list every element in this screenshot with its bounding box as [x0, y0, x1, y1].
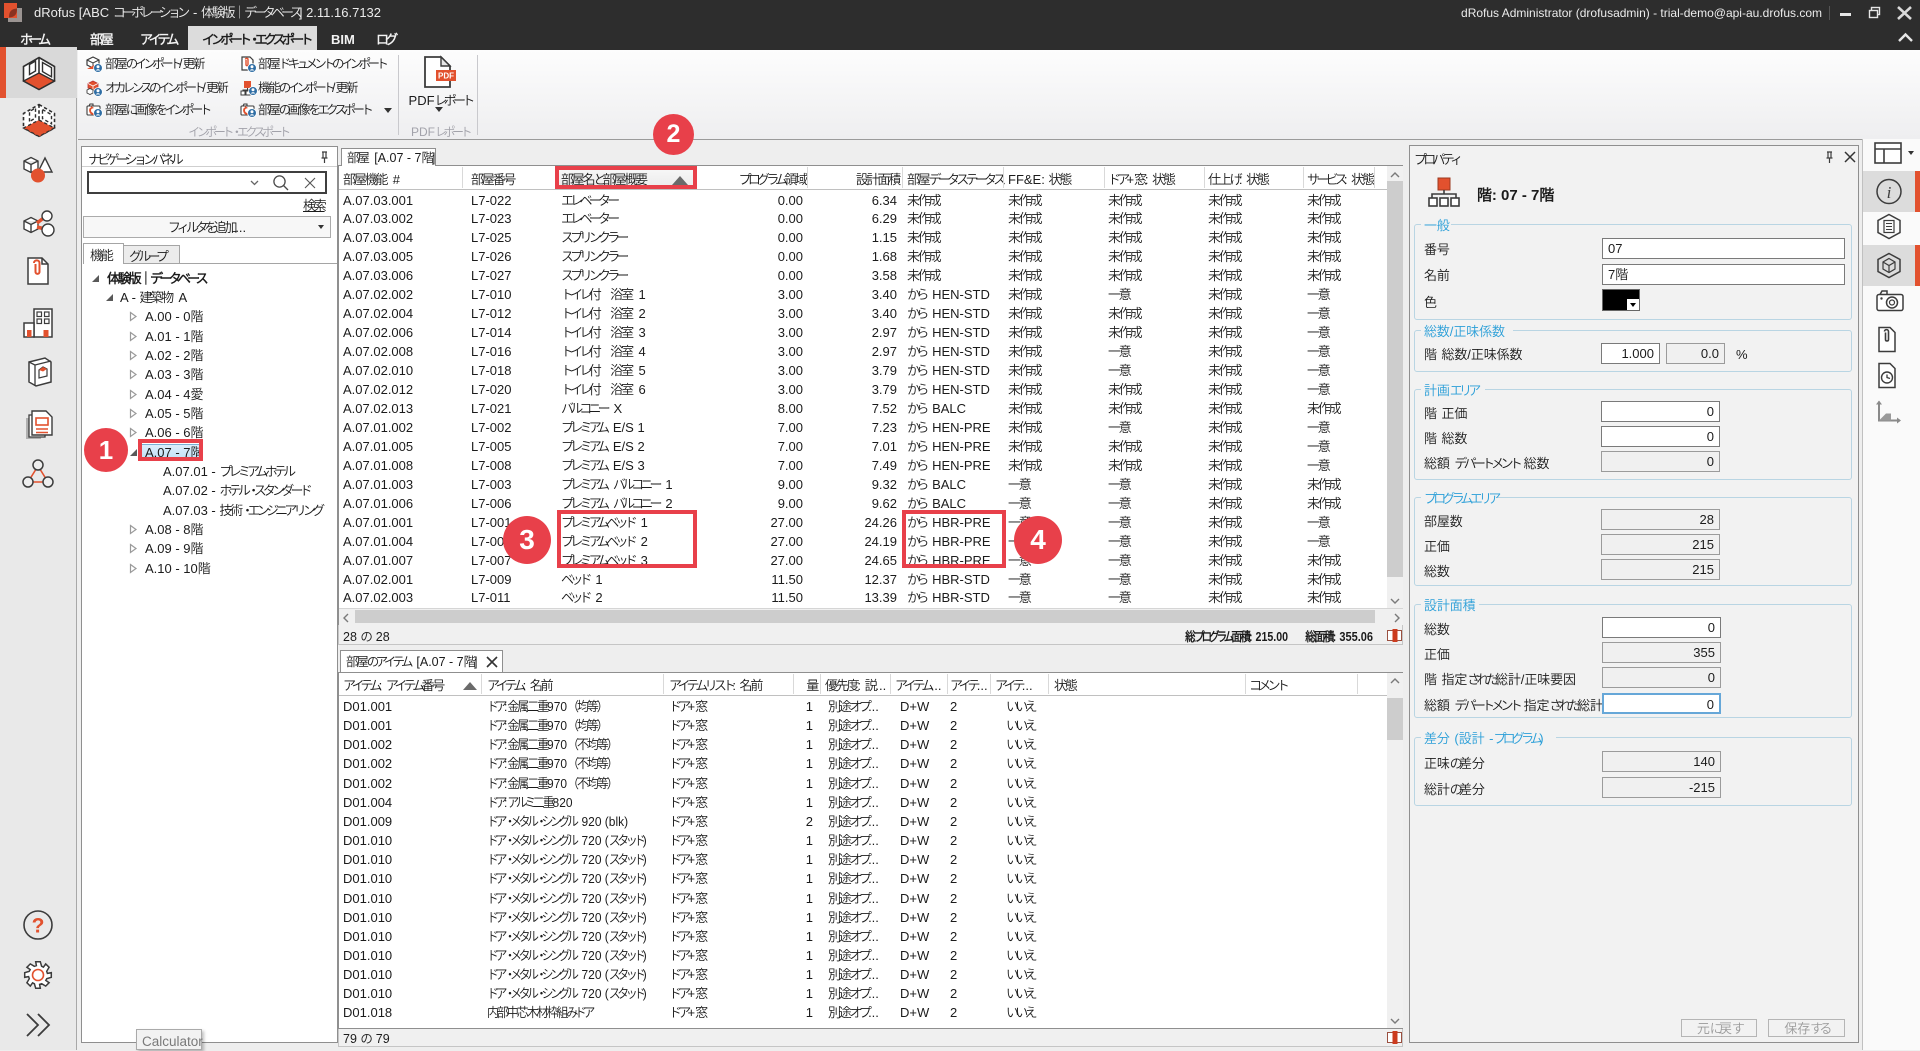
svg-text:i: i [1887, 183, 1892, 202]
svg-text:?: ? [32, 915, 45, 938]
svg-text:PDF: PDF [438, 72, 454, 81]
